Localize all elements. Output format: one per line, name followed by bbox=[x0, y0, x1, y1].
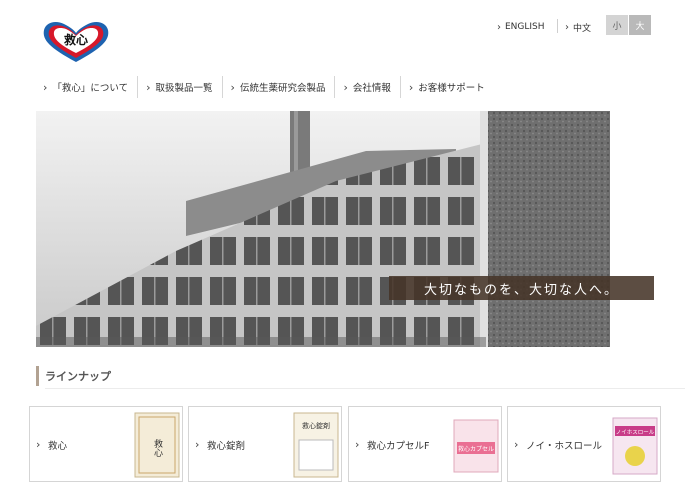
logo-emblem-icon: 救心 bbox=[43, 22, 109, 62]
section-accent-bar bbox=[36, 366, 39, 386]
nav-item-company[interactable]: › 会社情報 bbox=[335, 76, 401, 98]
section-divider bbox=[45, 388, 685, 389]
lineup-title: ラインナップ bbox=[45, 370, 111, 383]
nav-item-label: 「救心」について bbox=[52, 83, 129, 94]
product-card-kyushin[interactable]: › 救心 救心 bbox=[29, 406, 183, 482]
nav-item-label: 会社情報 bbox=[352, 83, 391, 94]
chevron-right-icon: › bbox=[565, 21, 569, 33]
lang-divider bbox=[557, 19, 558, 33]
font-size-small-button[interactable]: 小 bbox=[606, 15, 628, 35]
chevron-right-icon: › bbox=[514, 438, 519, 451]
global-nav: › 「救心」について › 取扱製品一覧 › 伝統生薬研究会製品 › 会社情報 ›… bbox=[35, 75, 494, 99]
chevron-right-icon: › bbox=[36, 438, 41, 451]
svg-text:救心カプセル: 救心カプセル bbox=[458, 445, 494, 453]
nav-item-support[interactable]: › お客様サポート bbox=[401, 76, 494, 98]
product-card-tablet[interactable]: › 救心錠剤 救心錠剤 bbox=[188, 406, 342, 482]
site-header: 救心 › ENGLISH › 中文 小 大 bbox=[0, 0, 699, 72]
product-name: ノイ・ホスロール bbox=[526, 441, 603, 452]
capsule-package-image: 救心カプセル bbox=[453, 419, 499, 473]
kyushin-logo[interactable]: 救心 bbox=[40, 18, 112, 64]
chinese-link[interactable]: › 中文 bbox=[565, 18, 591, 36]
logo-text: 救心 bbox=[64, 32, 88, 47]
chinese-label: 中文 bbox=[573, 23, 592, 34]
chevron-right-icon: › bbox=[408, 80, 414, 94]
product-name: 救心カプセルF bbox=[367, 441, 430, 452]
chevron-right-icon: › bbox=[355, 438, 360, 451]
tablet-package-image: 救心錠剤 bbox=[293, 412, 339, 478]
nav-item-label: お客様サポート bbox=[418, 83, 485, 94]
product-card-neuhosrol[interactable]: › ノイ・ホスロール ノイホスロール bbox=[507, 406, 661, 482]
product-name: 救心錠剤 bbox=[207, 441, 246, 452]
neuhosrol-package-image: ノイホスロール bbox=[612, 417, 658, 475]
chevron-right-icon: › bbox=[230, 80, 235, 94]
chevron-right-icon: › bbox=[497, 21, 501, 33]
chevron-right-icon: › bbox=[343, 80, 348, 94]
svg-text:救心錠剤: 救心錠剤 bbox=[302, 421, 330, 430]
nav-item-label: 取扱製品一覧 bbox=[155, 83, 213, 94]
chevron-right-icon: › bbox=[43, 80, 48, 94]
nav-item-traditional[interactable]: › 伝統生薬研究会製品 bbox=[223, 76, 336, 98]
font-size-large-button[interactable]: 大 bbox=[629, 15, 651, 35]
chevron-right-icon: › bbox=[146, 80, 151, 94]
kyushin-package-image: 救心 bbox=[134, 412, 180, 478]
svg-text:ノイホスロール: ノイホスロール bbox=[616, 429, 655, 436]
svg-text:救心: 救心 bbox=[152, 438, 163, 457]
product-name: 救心 bbox=[48, 441, 68, 452]
nav-item-label: 伝統生薬研究会製品 bbox=[239, 83, 326, 94]
nav-item-about[interactable]: › 「救心」について bbox=[35, 76, 139, 98]
product-card-capsule[interactable]: › 救心カプセルF 救心カプセル bbox=[348, 406, 502, 482]
english-link[interactable]: › ENGLISH bbox=[497, 18, 545, 36]
hero-image bbox=[36, 111, 610, 347]
building-photo bbox=[36, 111, 610, 347]
nav-item-products[interactable]: › 取扱製品一覧 bbox=[138, 76, 223, 98]
chevron-right-icon: › bbox=[195, 438, 200, 451]
english-label: ENGLISH bbox=[505, 22, 545, 32]
hero-tagline: 大切なものを、大切な人へ。 bbox=[389, 276, 654, 300]
